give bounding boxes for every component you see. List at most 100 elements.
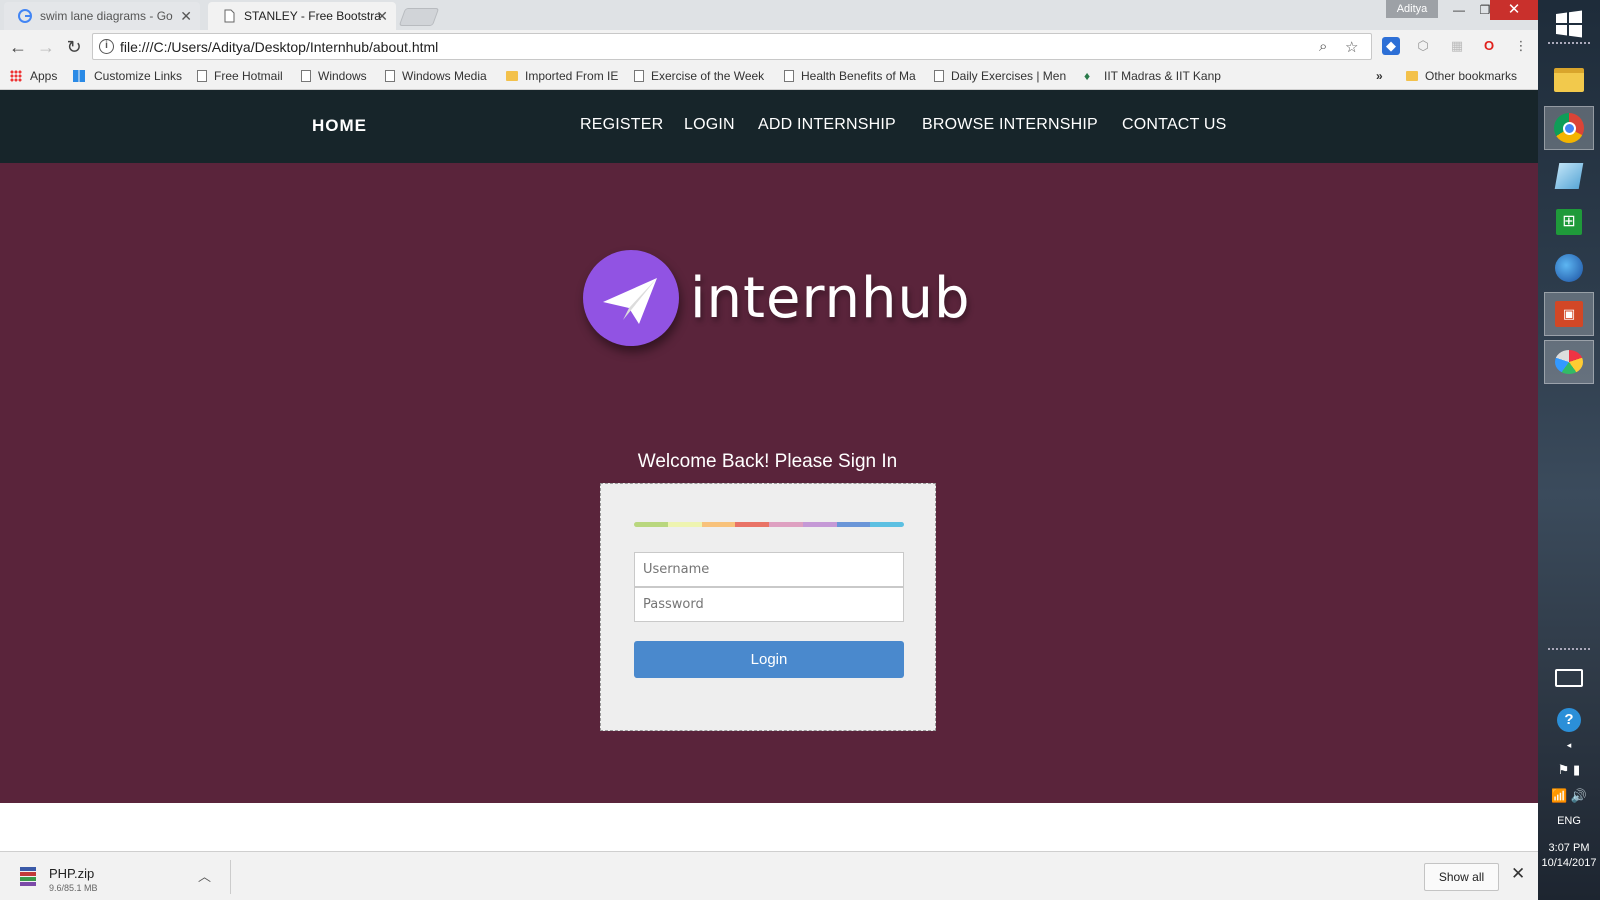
bookmark-windows[interactable]: Windows xyxy=(301,68,367,84)
login-form: Login xyxy=(600,483,936,731)
network-volume-icon[interactable]: 📶 🔊 xyxy=(1538,788,1600,804)
bookmark-free-hotmail[interactable]: Free Hotmail xyxy=(197,68,283,84)
windows-logo-icon xyxy=(73,70,85,82)
divider xyxy=(230,860,231,894)
welcome-heading: Welcome Back! Please Sign In xyxy=(637,451,898,472)
tab-close-icon[interactable]: ✕ xyxy=(180,2,192,30)
clock-time[interactable]: 3:07 PM xyxy=(1538,842,1600,854)
tab-close-icon[interactable]: ✕ xyxy=(376,2,388,30)
profile-button[interactable]: Aditya xyxy=(1386,0,1438,18)
username-input[interactable] xyxy=(634,552,904,587)
show-hidden-icons[interactable]: ◂ xyxy=(1538,740,1600,751)
folder-icon xyxy=(1554,68,1584,92)
taskbar-chrome[interactable] xyxy=(1544,106,1594,150)
bookmark-daily-exercises[interactable]: Daily Exercises | Men xyxy=(934,68,1069,84)
minimize-button[interactable]: — xyxy=(1446,0,1472,20)
nav-register[interactable]: REGISTER xyxy=(580,116,663,134)
folder-icon xyxy=(506,71,518,81)
google-icon xyxy=(18,9,32,23)
chevron-up-icon[interactable]: ︿ xyxy=(198,866,211,885)
bookmark-other-bookmarks[interactable]: Other bookmarks xyxy=(1406,68,1517,84)
tab-swim-lane[interactable]: swim lane diagrams - Go ✕ xyxy=(4,2,200,30)
browser-window: swim lane diagrams - Go ✕ STANLEY - Free… xyxy=(0,0,1538,900)
bookmark-exercise-of-the-week[interactable]: Exercise of the Week xyxy=(634,68,769,84)
bookmark-customize-links[interactable]: Customize Links xyxy=(73,68,182,84)
stripe-segment xyxy=(667,522,702,527)
stripe-segment xyxy=(802,522,837,527)
zoom-icon[interactable]: ⌕ xyxy=(1319,38,1327,55)
page-icon xyxy=(784,70,794,82)
taskbar: ⊞ ▣ ? ◂ ⚑ ▮ 📶 🔊 ENG 3:07 PM 10/14/2017 xyxy=(1538,0,1600,900)
leaf-icon: ♦ xyxy=(1084,69,1091,83)
tab-stanley[interactable]: STANLEY - Free Bootstra ✕ xyxy=(208,2,396,30)
info-icon[interactable]: i xyxy=(99,39,114,54)
taskbar-store[interactable]: ⊞ xyxy=(1544,200,1594,244)
start-button[interactable] xyxy=(1544,2,1594,46)
logo-paper-plane-icon xyxy=(583,250,679,346)
bookmarks-overflow-icon[interactable]: » xyxy=(1376,68,1383,84)
forward-icon[interactable]: → xyxy=(34,35,58,59)
extension-shield-icon[interactable]: ◆ xyxy=(1382,37,1400,55)
extension-cube-icon[interactable]: ⬡ xyxy=(1414,37,1432,55)
nav-login[interactable]: LOGIN xyxy=(684,116,735,134)
nav-add-internship[interactable]: ADD INTERNSHIP xyxy=(758,116,896,134)
nav-contact-us[interactable]: CONTACT US xyxy=(1122,116,1227,134)
password-input[interactable] xyxy=(634,587,904,622)
language-indicator[interactable]: ENG xyxy=(1538,815,1600,827)
bookmarks-bar: Apps Customize Links Free Hotmail Window… xyxy=(0,63,1538,90)
firefox-icon xyxy=(1555,254,1583,282)
nav-home[interactable]: HOME xyxy=(312,116,367,136)
taskbar-file-explorer[interactable] xyxy=(1544,58,1594,102)
windows-logo-icon xyxy=(1556,10,1582,38)
tab-title: swim lane diagrams - Go xyxy=(40,9,173,23)
stripe-segment xyxy=(735,522,769,527)
bookmark-imported-from-ie[interactable]: Imported From IE xyxy=(506,68,618,84)
bookmark-health-benefits[interactable]: Health Benefits of Ma xyxy=(784,68,919,84)
stripe-segment xyxy=(870,522,904,527)
store-icon: ⊞ xyxy=(1556,209,1582,235)
extension-opera-icon[interactable]: O xyxy=(1480,37,1498,55)
menu-icon[interactable]: ⋮ xyxy=(1512,37,1530,55)
apps-grid-icon xyxy=(10,70,22,82)
zip-file-icon xyxy=(20,867,36,886)
url-text[interactable]: file:///C:/Users/Aditya/Desktop/Internhu… xyxy=(120,39,438,55)
color-stripe xyxy=(634,522,904,527)
logo-text: internhub xyxy=(690,266,971,331)
page-icon xyxy=(224,9,235,23)
close-window-button[interactable]: ✕ xyxy=(1490,0,1538,20)
taskbar-notes[interactable] xyxy=(1544,154,1594,198)
bookmark-iit-madras[interactable]: ♦ IIT Madras & IIT Kanp xyxy=(1084,68,1224,84)
stripe-segment xyxy=(634,522,668,527)
download-bar: PHP.zip 9.6/85.1 MB ︿ Show all ✕ xyxy=(0,851,1538,900)
show-all-button[interactable]: Show all xyxy=(1424,863,1499,891)
taskbar-grip[interactable] xyxy=(1548,648,1590,653)
help-icon[interactable]: ? xyxy=(1544,698,1594,742)
notes-icon xyxy=(1554,163,1584,189)
clock-date[interactable]: 10/14/2017 xyxy=(1538,857,1600,869)
address-bar[interactable]: i file:///C:/Users/Aditya/Desktop/Intern… xyxy=(92,33,1372,60)
extension-pdf-icon[interactable]: ▦ xyxy=(1448,37,1466,55)
download-file-name[interactable]: PHP.zip xyxy=(49,866,94,881)
stripe-segment xyxy=(701,522,736,527)
tab-title: STANLEY - Free Bootstra xyxy=(244,9,381,23)
nav-browse-internship[interactable]: BROWSE INTERNSHIP xyxy=(922,116,1098,134)
site-navbar: HOME REGISTER LOGIN ADD INTERNSHIP BROWS… xyxy=(0,90,1538,163)
taskbar-paint[interactable] xyxy=(1544,340,1594,384)
taskbar-powerpoint[interactable]: ▣ xyxy=(1544,292,1594,336)
paint-palette-icon xyxy=(1555,350,1583,374)
reload-icon[interactable]: ↻ xyxy=(62,35,86,59)
back-icon[interactable]: ← xyxy=(6,35,30,59)
close-icon[interactable]: ✕ xyxy=(1511,864,1525,884)
folder-icon xyxy=(1406,71,1418,81)
new-tab-button[interactable] xyxy=(398,8,440,26)
bookmark-star-icon[interactable]: ☆ xyxy=(1345,38,1358,56)
bookmark-windows-media[interactable]: Windows Media xyxy=(385,68,487,84)
login-button[interactable]: Login xyxy=(634,641,904,678)
taskbar-grip[interactable] xyxy=(1548,42,1590,47)
page-icon xyxy=(934,70,944,82)
page-icon xyxy=(385,70,395,82)
action-center-flag-icon[interactable]: ⚑ ▮ xyxy=(1538,762,1600,778)
keyboard-icon[interactable] xyxy=(1544,656,1594,700)
taskbar-firefox[interactable] xyxy=(1544,246,1594,290)
bookmark-apps[interactable]: Apps xyxy=(10,68,57,84)
